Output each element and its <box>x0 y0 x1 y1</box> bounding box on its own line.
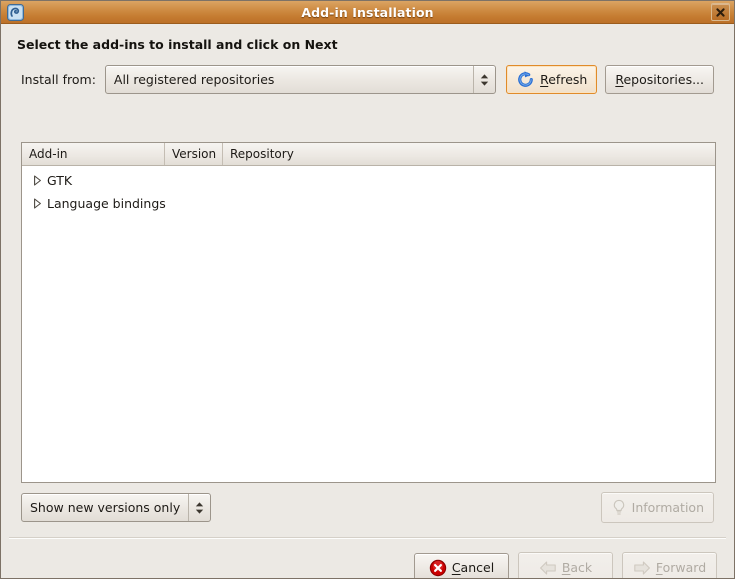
filter-row: Show new versions only Information <box>21 492 714 523</box>
back-button[interactable]: Back <box>518 552 613 578</box>
back-label-rest: ack <box>570 560 593 575</box>
addin-list-body: GTK Language bindings <box>22 166 715 215</box>
arrow-left-icon <box>539 560 556 575</box>
forward-button-label: Forward <box>656 560 706 575</box>
close-button[interactable] <box>711 3 730 21</box>
dialog-content: Select the add-ins to install and click … <box>1 24 734 578</box>
forward-label-rest: orward <box>662 560 707 575</box>
cancel-accel-char: C <box>451 560 461 575</box>
refresh-label-rest: efresh <box>548 72 588 87</box>
lightbulb-icon <box>613 499 624 515</box>
install-from-row: Install from: All registered repositorie… <box>1 52 734 94</box>
addin-name: Language bindings <box>47 196 166 211</box>
refresh-circular-arrow-icon <box>518 71 533 87</box>
cancel-button-label: Cancel <box>452 560 494 575</box>
cancel-red-x-icon <box>429 559 447 576</box>
column-header-addin[interactable]: Add-in <box>22 143 165 165</box>
refresh-button[interactable]: Refresh <box>506 65 598 94</box>
arrow-right-icon <box>634 560 650 575</box>
install-from-label: Install from: <box>21 72 96 87</box>
forward-button[interactable]: Forward <box>622 552 717 578</box>
up-down-chevron-icon <box>480 73 489 86</box>
repositories-button[interactable]: Repositories... <box>605 65 714 94</box>
refresh-button-label: Refresh <box>540 72 587 87</box>
addin-list-header: Add-in Version Repository <box>22 143 715 166</box>
column-header-repository[interactable]: Repository <box>223 143 715 165</box>
information-button-label: Information <box>631 500 704 515</box>
monodevelop-addin-icon <box>7 3 24 21</box>
information-button[interactable]: Information <box>600 492 714 523</box>
triangle-right-icon[interactable] <box>29 198 45 209</box>
version-filter-combo[interactable]: Show new versions only <box>21 493 212 522</box>
action-separator <box>9 537 726 539</box>
up-down-chevron-icon <box>195 501 204 514</box>
addin-name: GTK <box>47 173 73 188</box>
repositories-button-label: Repositories... <box>615 72 704 87</box>
install-from-combo-arrow <box>473 66 495 93</box>
table-row[interactable]: Language bindings <box>22 192 715 215</box>
repositories-label-rest: epositories... <box>623 72 704 87</box>
column-header-version[interactable]: Version <box>165 143 223 165</box>
install-from-combo[interactable]: All registered repositories <box>104 65 497 94</box>
titlebar[interactable]: Add-in Installation <box>1 1 734 24</box>
action-buttons: Cancel Back Forward <box>414 552 717 578</box>
table-row[interactable]: GTK <box>22 169 715 192</box>
close-icon <box>716 7 725 17</box>
page-title: Select the add-ins to install and click … <box>17 37 338 52</box>
version-filter-value: Show new versions only <box>30 500 181 515</box>
titlebar-buttons <box>711 3 730 21</box>
version-filter-combo-arrow <box>188 494 210 521</box>
cancel-label-rest: ancel <box>460 560 495 575</box>
back-button-label: Back <box>562 560 592 575</box>
window-title: Add-in Installation <box>301 4 434 20</box>
addin-list[interactable]: Add-in Version Repository GTK Language b… <box>21 142 716 483</box>
triangle-right-icon[interactable] <box>29 175 45 186</box>
cancel-button[interactable]: Cancel <box>414 553 509 578</box>
addin-installation-dialog: Add-in Installation Select the add-ins t… <box>0 0 735 579</box>
forward-accel-char: F <box>655 560 663 575</box>
install-from-value: All registered repositories <box>113 72 275 87</box>
